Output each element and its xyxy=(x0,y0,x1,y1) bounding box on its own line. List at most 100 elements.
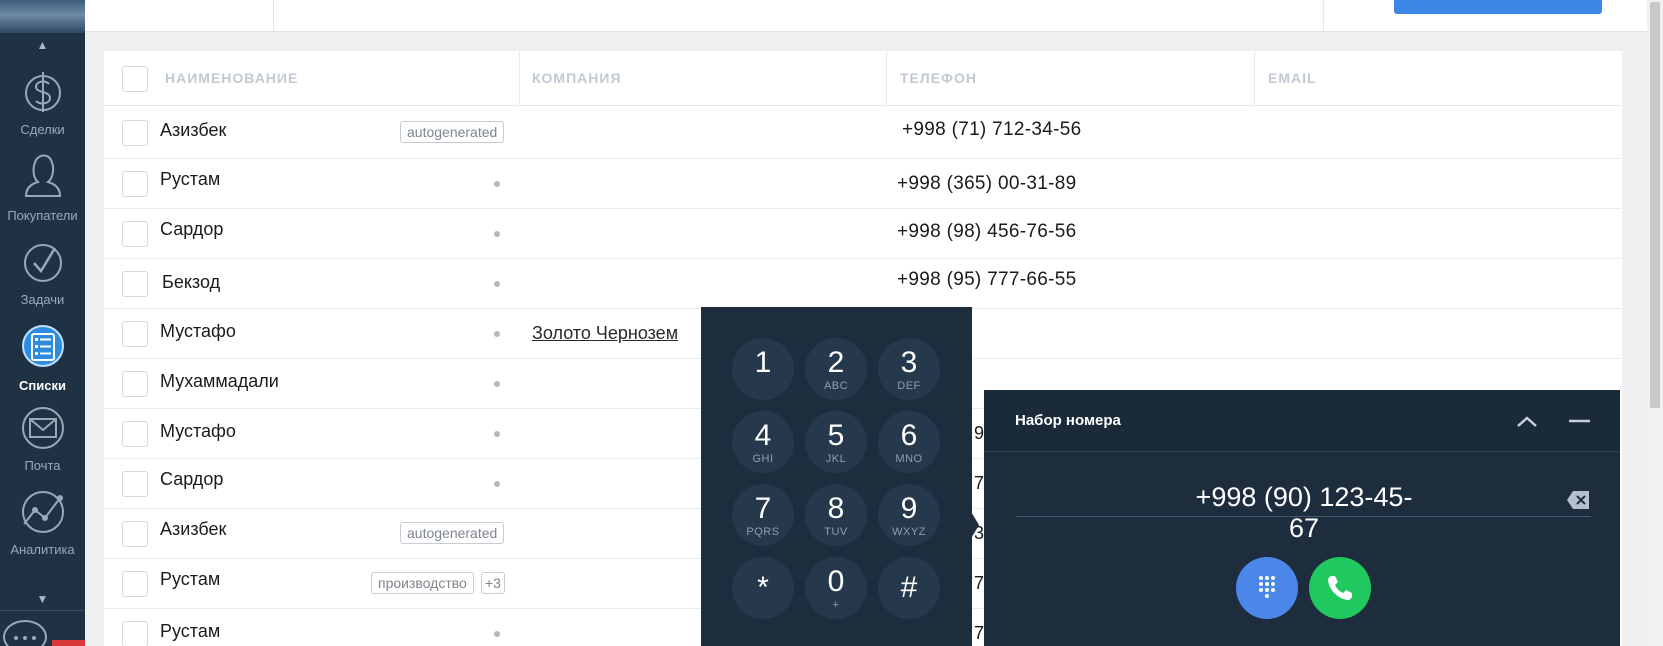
tag-badge: autogenerated xyxy=(400,121,505,143)
contact-name[interactable]: Мустафо xyxy=(160,321,236,342)
contact-phone[interactable]: 7 xyxy=(974,623,984,644)
key-8[interactable]: 8 TUV xyxy=(805,484,867,546)
row-checkbox[interactable] xyxy=(122,171,148,197)
mail-icon xyxy=(21,407,64,449)
status-dot xyxy=(494,631,500,637)
sidebar-item-customers[interactable]: Покупатели xyxy=(0,152,85,232)
row-checkbox[interactable] xyxy=(122,271,148,297)
dialed-number[interactable]: +998 (90) 123-45-67 xyxy=(1184,482,1424,544)
contact-name[interactable]: Мухаммадали xyxy=(160,371,279,392)
sidebar-item-analytics[interactable]: Аналитика xyxy=(0,488,85,568)
key-hash[interactable]: # xyxy=(878,557,940,619)
key-9[interactable]: 9 WXYZ xyxy=(878,484,940,546)
company-link[interactable]: Золото Чернозем xyxy=(532,323,678,344)
column-header-phone[interactable]: ТЕЛЕФОН xyxy=(900,51,977,106)
number-underline xyxy=(1016,516,1591,517)
key-1[interactable]: 1 xyxy=(732,338,794,400)
contact-phone[interactable]: +998 (365) 00-31-89 xyxy=(897,173,1076,195)
topbar-divider xyxy=(273,0,274,31)
key-2[interactable]: 2 ABC xyxy=(805,338,867,400)
contact-name[interactable]: Рустам xyxy=(160,169,220,190)
contact-name[interactable]: Рустам xyxy=(160,569,220,590)
contact-phone[interactable]: +998 (71) 712-34-56 xyxy=(902,119,1081,141)
contact-name[interactable]: Сардор xyxy=(160,469,223,490)
notification-indicator xyxy=(52,640,85,646)
contact-phone[interactable]: 7 xyxy=(974,473,984,494)
table-row[interactable]: Рустам +998 (365) 00-31-89 xyxy=(104,159,1622,209)
column-header-email[interactable]: EMAIL xyxy=(1268,51,1317,106)
key-5[interactable]: 5 JKL xyxy=(805,411,867,473)
phone-icon xyxy=(1328,576,1352,600)
analytics-icon xyxy=(21,491,64,533)
dollar-icon xyxy=(24,72,61,112)
row-checkbox[interactable] xyxy=(122,371,148,397)
column-header-company[interactable]: КОМПАНИЯ xyxy=(532,51,622,106)
keypad-toggle-button[interactable] xyxy=(1236,557,1298,619)
sidebar-item-tasks[interactable]: Задачи xyxy=(0,236,85,316)
row-checkbox[interactable] xyxy=(122,571,148,597)
contact-name[interactable]: Азизбек xyxy=(160,120,226,141)
dialer-panel: Набор номера +998 (90) 123-45-67 xyxy=(984,390,1620,646)
select-all-checkbox[interactable] xyxy=(122,66,148,92)
key-0[interactable]: 0 + xyxy=(805,557,867,619)
sidebar-item-label: Почта xyxy=(24,458,61,473)
list-icon xyxy=(21,325,64,367)
keypad-pointer xyxy=(967,505,979,545)
sidebar-item-label: Задачи xyxy=(20,292,65,307)
contact-name[interactable]: Рустам xyxy=(160,621,220,642)
column-header-name[interactable]: НАИМЕНОВАНИЕ xyxy=(165,51,298,106)
keypad-grid-icon xyxy=(1259,576,1275,598)
more-tags-badge[interactable]: +3 xyxy=(481,572,505,594)
contact-name[interactable]: Бекзод xyxy=(162,272,220,293)
contact-name[interactable]: Сардор xyxy=(160,219,223,240)
more-icon[interactable] xyxy=(3,620,47,646)
row-checkbox[interactable] xyxy=(122,321,148,347)
sidebar-item-deals[interactable]: Сделки xyxy=(0,66,85,146)
row-checkbox[interactable] xyxy=(122,120,148,146)
sidebar-item-lists[interactable]: Списки xyxy=(0,318,85,398)
column-separator xyxy=(519,51,520,106)
topbar-divider xyxy=(1323,0,1324,31)
minimize-icon[interactable] xyxy=(1565,408,1593,436)
column-separator xyxy=(886,51,887,106)
row-checkbox[interactable] xyxy=(122,221,148,247)
scrollbar-thumb[interactable] xyxy=(1650,2,1660,408)
contact-phone[interactable]: +998 (98) 456-76-56 xyxy=(897,221,1076,243)
table-row[interactable]: Азизбек autogenerated +998 (71) 712-34-5… xyxy=(104,107,1622,159)
row-checkbox[interactable] xyxy=(122,621,148,646)
key-4[interactable]: 4 GHI xyxy=(732,411,794,473)
row-checkbox[interactable] xyxy=(122,521,148,547)
sidebar-item-mail[interactable]: Почта xyxy=(0,404,85,484)
contact-phone[interactable]: +998 (95) 777-66-55 xyxy=(897,269,1076,291)
row-checkbox[interactable] xyxy=(122,471,148,497)
tag-badge: autogenerated xyxy=(400,522,505,544)
column-separator xyxy=(1254,51,1255,106)
status-dot xyxy=(494,181,500,187)
sidebar-scroll-up[interactable]: ▲ xyxy=(0,38,85,52)
status-dot xyxy=(494,481,500,487)
contact-name[interactable]: Азизбек xyxy=(160,519,226,540)
dialer-title: Набор номера xyxy=(1015,412,1121,429)
backspace-icon[interactable] xyxy=(1566,490,1590,510)
table-row[interactable]: Сардор +998 (98) 456-76-56 xyxy=(104,209,1622,259)
contact-name[interactable]: Мустафо xyxy=(160,421,236,442)
key-7[interactable]: 7 PQRS xyxy=(732,484,794,546)
sidebar-scroll-down[interactable]: ▼ xyxy=(0,592,85,606)
row-checkbox[interactable] xyxy=(122,421,148,447)
primary-action-button[interactable] xyxy=(1394,0,1602,14)
key-star[interactable]: * xyxy=(732,557,794,619)
contact-phone[interactable]: 9 xyxy=(974,423,984,444)
page-scrollbar[interactable] xyxy=(1647,0,1663,646)
table-row[interactable]: Бекзод +998 (95) 777-66-55 xyxy=(104,259,1622,309)
status-dot xyxy=(494,281,500,287)
chevron-up-icon[interactable] xyxy=(1513,408,1541,436)
key-3[interactable]: 3 DEF xyxy=(878,338,940,400)
contact-phone[interactable]: 7 xyxy=(974,573,984,594)
dialer-header: Набор номера xyxy=(984,390,1620,452)
call-button[interactable] xyxy=(1309,557,1371,619)
sidebar: ▲ Сделки Покупатели Задачи Списки Почта … xyxy=(0,0,85,646)
status-dot xyxy=(494,331,500,337)
key-6[interactable]: 6 MNO xyxy=(878,411,940,473)
sidebar-divider xyxy=(0,610,85,611)
status-dot xyxy=(494,231,500,237)
